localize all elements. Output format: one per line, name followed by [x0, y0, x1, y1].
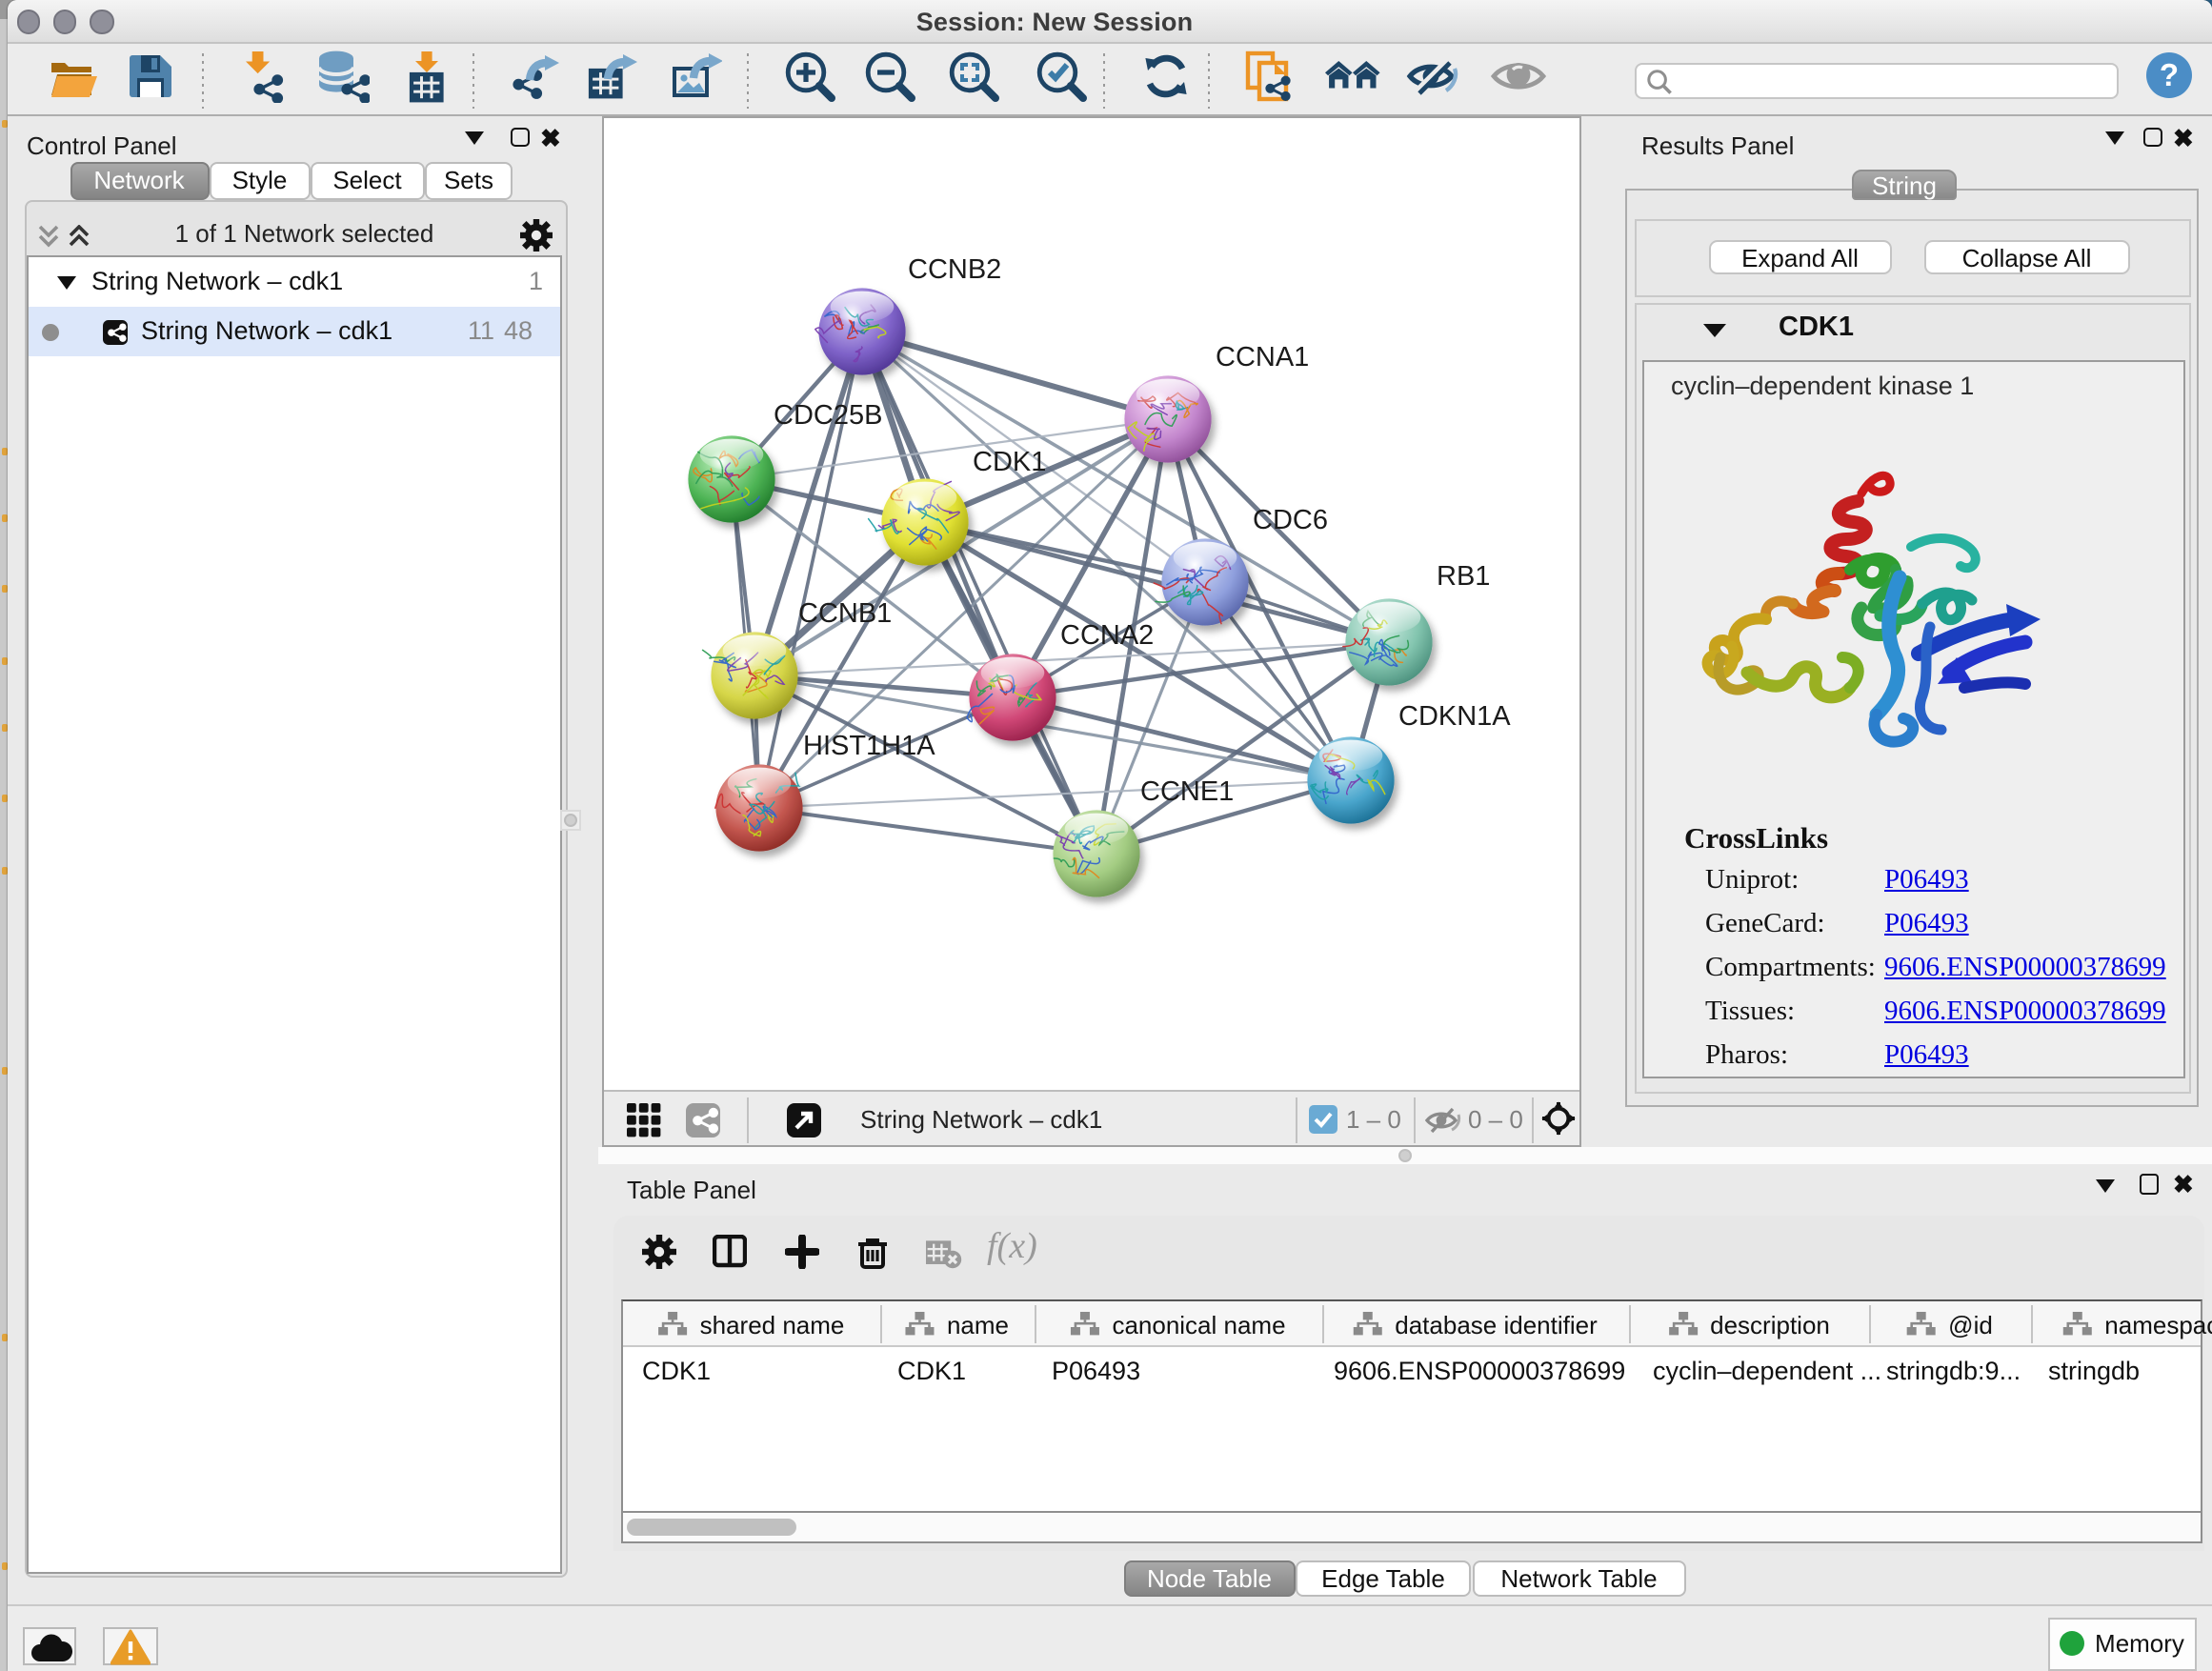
svg-text:CCNB2: CCNB2: [907, 254, 1000, 285]
svg-text:CCNB1: CCNB1: [797, 598, 891, 629]
svg-text:CDK1: CDK1: [972, 447, 1045, 477]
svg-text:CDC6: CDC6: [1252, 505, 1327, 535]
svg-text:CCNE1: CCNE1: [1139, 776, 1233, 807]
svg-text:CCNA1: CCNA1: [1215, 342, 1308, 372]
svg-text:?: ?: [2160, 57, 2179, 92]
svg-text:CCNA2: CCNA2: [1059, 620, 1153, 651]
svg-text:RB1: RB1: [1436, 561, 1489, 592]
svg-text:HIST1H1A: HIST1H1A: [802, 731, 935, 761]
svg-text:CDC25B: CDC25B: [773, 400, 881, 431]
svg-text:CDKN1A: CDKN1A: [1398, 701, 1510, 732]
